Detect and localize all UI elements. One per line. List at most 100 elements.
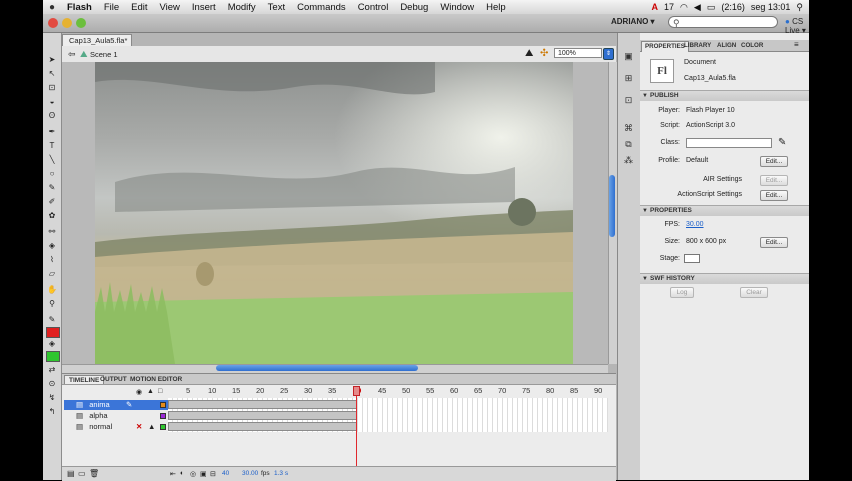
motion-presets-icon[interactable]: ⁂: [623, 155, 634, 165]
swf-log-button[interactable]: Log: [670, 287, 694, 298]
menu-view[interactable]: View: [154, 2, 186, 13]
outline-color-swatch[interactable]: [160, 402, 166, 408]
eraser-tool-icon[interactable]: ▱: [46, 269, 58, 279]
current-frame-value[interactable]: 40: [222, 470, 229, 477]
selection-tool-icon[interactable]: ➤: [46, 55, 58, 65]
menu-debug[interactable]: Debug: [394, 2, 434, 13]
menu-control[interactable]: Control: [352, 2, 395, 13]
clock[interactable]: seg 13:01: [751, 2, 791, 12]
menu-modify[interactable]: Modify: [222, 2, 262, 13]
edit-class-pencil-icon[interactable]: ✎: [778, 137, 786, 148]
menu-commands[interactable]: Commands: [291, 2, 352, 13]
onion-markers-icon[interactable]: ⊟: [210, 470, 216, 478]
menu-app-name[interactable]: Flash: [61, 2, 98, 13]
stage-canvas[interactable]: [95, 62, 573, 364]
battery-icon[interactable]: ▭: [707, 2, 716, 13]
apple-icon[interactable]: ●: [49, 2, 61, 13]
subselection-tool-icon[interactable]: ↖: [46, 69, 58, 79]
straighten-icon[interactable]: ↰: [46, 407, 58, 417]
pen-tool-icon[interactable]: ✒: [46, 127, 58, 137]
eye-icon[interactable]: ◉: [136, 388, 142, 396]
menu-text[interactable]: Text: [262, 2, 291, 13]
publish-section-header[interactable]: ▼ PUBLISH: [640, 90, 809, 101]
stroke-color-icon[interactable]: ✎: [46, 315, 58, 325]
frame-span-normal[interactable]: [168, 422, 357, 431]
new-folder-icon[interactable]: ▭: [78, 469, 86, 478]
zoom-select[interactable]: 100%: [554, 48, 602, 58]
scene-label[interactable]: Scene 1: [90, 50, 118, 59]
volume-icon[interactable]: ◀: [694, 2, 701, 13]
properties-section-header[interactable]: ▼ PROPERTIES: [640, 205, 809, 216]
actionscript-settings-edit-button[interactable]: Edit...: [760, 190, 788, 201]
line-tool-icon[interactable]: ╲: [46, 155, 58, 165]
menu-edit[interactable]: Edit: [125, 2, 153, 13]
tab-library[interactable]: LIBRARY: [681, 41, 714, 51]
bone-tool-icon[interactable]: ⚯: [46, 227, 58, 237]
lock-icon[interactable]: ▲: [148, 422, 155, 432]
vertical-scroll-thumb[interactable]: [609, 175, 615, 237]
fps-value-link[interactable]: 30.00: [686, 221, 704, 228]
zoom-tool-icon[interactable]: ⚲: [46, 299, 58, 309]
layer-name[interactable]: normal: [89, 422, 112, 431]
minimize-icon[interactable]: [62, 18, 72, 28]
eyedropper-tool-icon[interactable]: ⌇: [46, 255, 58, 265]
zoom-dropdown-icon[interactable]: ⇕: [603, 48, 614, 60]
component-icon[interactable]: ▣: [623, 51, 634, 61]
menu-window[interactable]: Window: [434, 2, 480, 13]
outline-icon[interactable]: □: [158, 388, 162, 395]
adobe-icon[interactable]: A: [652, 2, 659, 12]
components-icon[interactable]: ⧉: [623, 139, 634, 149]
playhead[interactable]: [353, 386, 360, 396]
horizontal-scroll-thumb[interactable]: [216, 365, 418, 371]
air-settings-edit-button[interactable]: Edit...: [760, 175, 788, 186]
menu-file[interactable]: File: [98, 2, 125, 13]
new-layer-icon[interactable]: ▤: [67, 469, 75, 478]
spotlight-icon[interactable]: ⚲: [796, 2, 803, 13]
edit-scene-icon[interactable]: ⛰: [525, 48, 533, 59]
brush-tool-icon[interactable]: ✐: [46, 197, 58, 207]
menu-insert[interactable]: Insert: [186, 2, 222, 13]
hidden-x-icon[interactable]: ✕: [136, 422, 142, 432]
help-search-input[interactable]: ⚲: [668, 16, 778, 28]
edit-symbols-icon[interactable]: ✣: [540, 48, 548, 59]
pencil-tool-icon[interactable]: ✎: [46, 183, 58, 193]
tab-color[interactable]: COLOR: [738, 41, 766, 51]
tab-align[interactable]: ALIGN: [714, 41, 739, 51]
swap-colors-icon[interactable]: ⇄: [46, 365, 58, 375]
onion-skin-icon[interactable]: ◐: [180, 470, 184, 477]
3d-rotation-tool-icon[interactable]: ◒: [46, 97, 58, 107]
outline-color-swatch[interactable]: [160, 413, 166, 419]
smooth-icon[interactable]: ↯: [46, 393, 58, 403]
delete-icon[interactable]: 🗑: [89, 469, 99, 478]
outline-color-swatch[interactable]: [160, 424, 166, 430]
frame-span-anima[interactable]: [168, 400, 357, 409]
workspace-switcher[interactable]: ADRIANO ▾: [611, 17, 655, 26]
fill-color-swatch[interactable]: [46, 351, 60, 362]
profile-edit-button[interactable]: Edit...: [760, 156, 788, 167]
menu-help[interactable]: Help: [480, 2, 512, 13]
layer-name[interactable]: anima: [89, 400, 109, 409]
edit-multiple-frames-icon[interactable]: ▣: [200, 470, 207, 478]
hand-tool-icon[interactable]: ✋: [46, 285, 58, 295]
back-arrow-icon[interactable]: ⇦: [68, 49, 76, 60]
text-tool-icon[interactable]: T: [46, 141, 58, 151]
frame-span-alpha[interactable]: [168, 411, 357, 420]
oval-tool-icon[interactable]: ○: [46, 169, 58, 179]
stroke-color-swatch[interactable]: [46, 327, 60, 338]
lasso-tool-icon[interactable]: ʘ: [46, 111, 58, 121]
class-input[interactable]: [686, 138, 772, 148]
layer-row-anima[interactable]: ▤ anima ✎: [64, 400, 168, 410]
lock-icon[interactable]: ▲: [147, 388, 154, 395]
size-edit-button[interactable]: Edit...: [760, 237, 788, 248]
paint-bucket-tool-icon[interactable]: ◈: [46, 241, 58, 251]
transform-icon[interactable]: ⊡: [623, 95, 634, 105]
deco-tool-icon[interactable]: ✿: [46, 211, 58, 221]
align-icon[interactable]: ⊞: [623, 73, 634, 83]
fps-value[interactable]: 30.00: [242, 470, 258, 477]
free-transform-tool-icon[interactable]: ⊡: [46, 83, 58, 93]
onion-outline-icon[interactable]: ◎: [190, 470, 196, 478]
zoom-icon[interactable]: [76, 18, 86, 28]
swf-history-section-header[interactable]: ▼ SWF HISTORY: [640, 273, 809, 284]
fill-color-icon[interactable]: ◈: [46, 339, 58, 349]
layer-row-normal[interactable]: ▤ normal ✕ ▲: [64, 422, 168, 432]
